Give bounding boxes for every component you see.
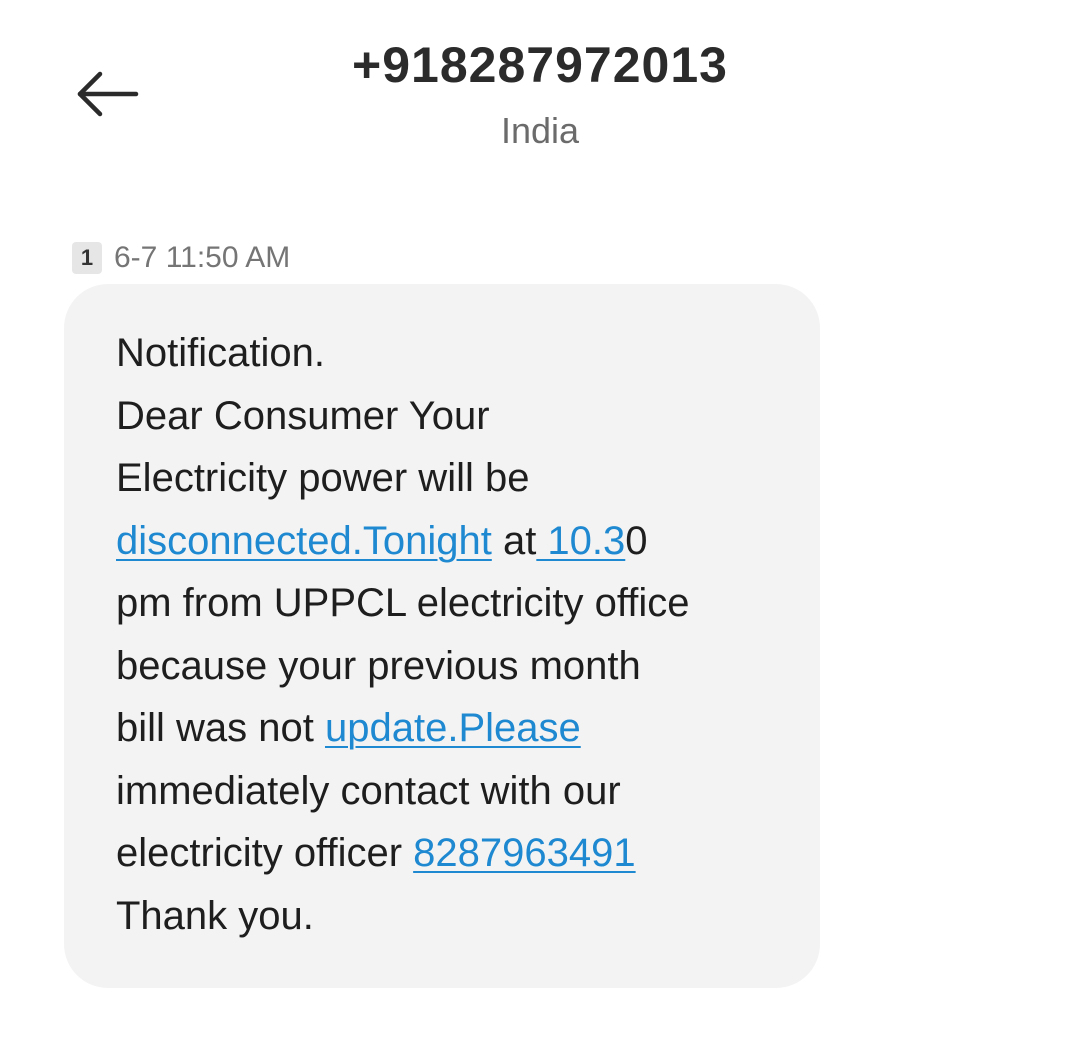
message-text: 0: [625, 518, 648, 563]
message-line: Thank you.: [116, 885, 780, 948]
message-meta: 1 6-7 11:50 AM: [72, 238, 290, 278]
link-update-please[interactable]: update.Please: [325, 706, 581, 750]
message-text: Notification.: [116, 331, 325, 375]
contact-country-subtitle: India: [500, 110, 580, 151]
message-text: Electricity power will be: [116, 456, 530, 500]
link-phone-number[interactable]: 8287963491: [413, 831, 635, 875]
message-line: Dear Consumer Your: [116, 385, 780, 448]
message-line: pm from UPPCL electricity office: [116, 572, 780, 635]
message-text: electricity officer: [116, 831, 414, 875]
message-text: at: [491, 518, 537, 563]
link-disconnected-tonight[interactable]: disconnected.Tonight: [116, 519, 492, 563]
contact-number-title: +918287972013: [352, 37, 728, 93]
message-line: immediately contact with our: [116, 760, 780, 823]
message-timestamp: 6-7 11:50 AM: [114, 241, 291, 274]
sim-badge: 1: [72, 242, 102, 274]
message-text: because your previous month: [116, 643, 641, 688]
message-text: Thank you.: [116, 893, 314, 938]
message-text: bill was not: [116, 706, 325, 750]
message-line: Notification.: [116, 322, 780, 385]
message-line: Electricity power will be: [116, 447, 780, 510]
message-line: electricity officer 8287963491: [116, 822, 780, 885]
message-text: immediately contact with our: [116, 768, 621, 813]
message-line: bill was not update.Please: [116, 697, 780, 760]
message-text: Dear Consumer Your: [116, 393, 490, 438]
link-time[interactable]: 10.3: [536, 519, 625, 563]
message-line: disconnected.Tonight at 10.30: [116, 510, 780, 573]
message-line: because your previous month: [116, 635, 780, 698]
message-bubble[interactable]: Notification. Dear Consumer Your Electri…: [64, 284, 820, 988]
message-text: pm from UPPCL electricity office: [116, 581, 690, 625]
